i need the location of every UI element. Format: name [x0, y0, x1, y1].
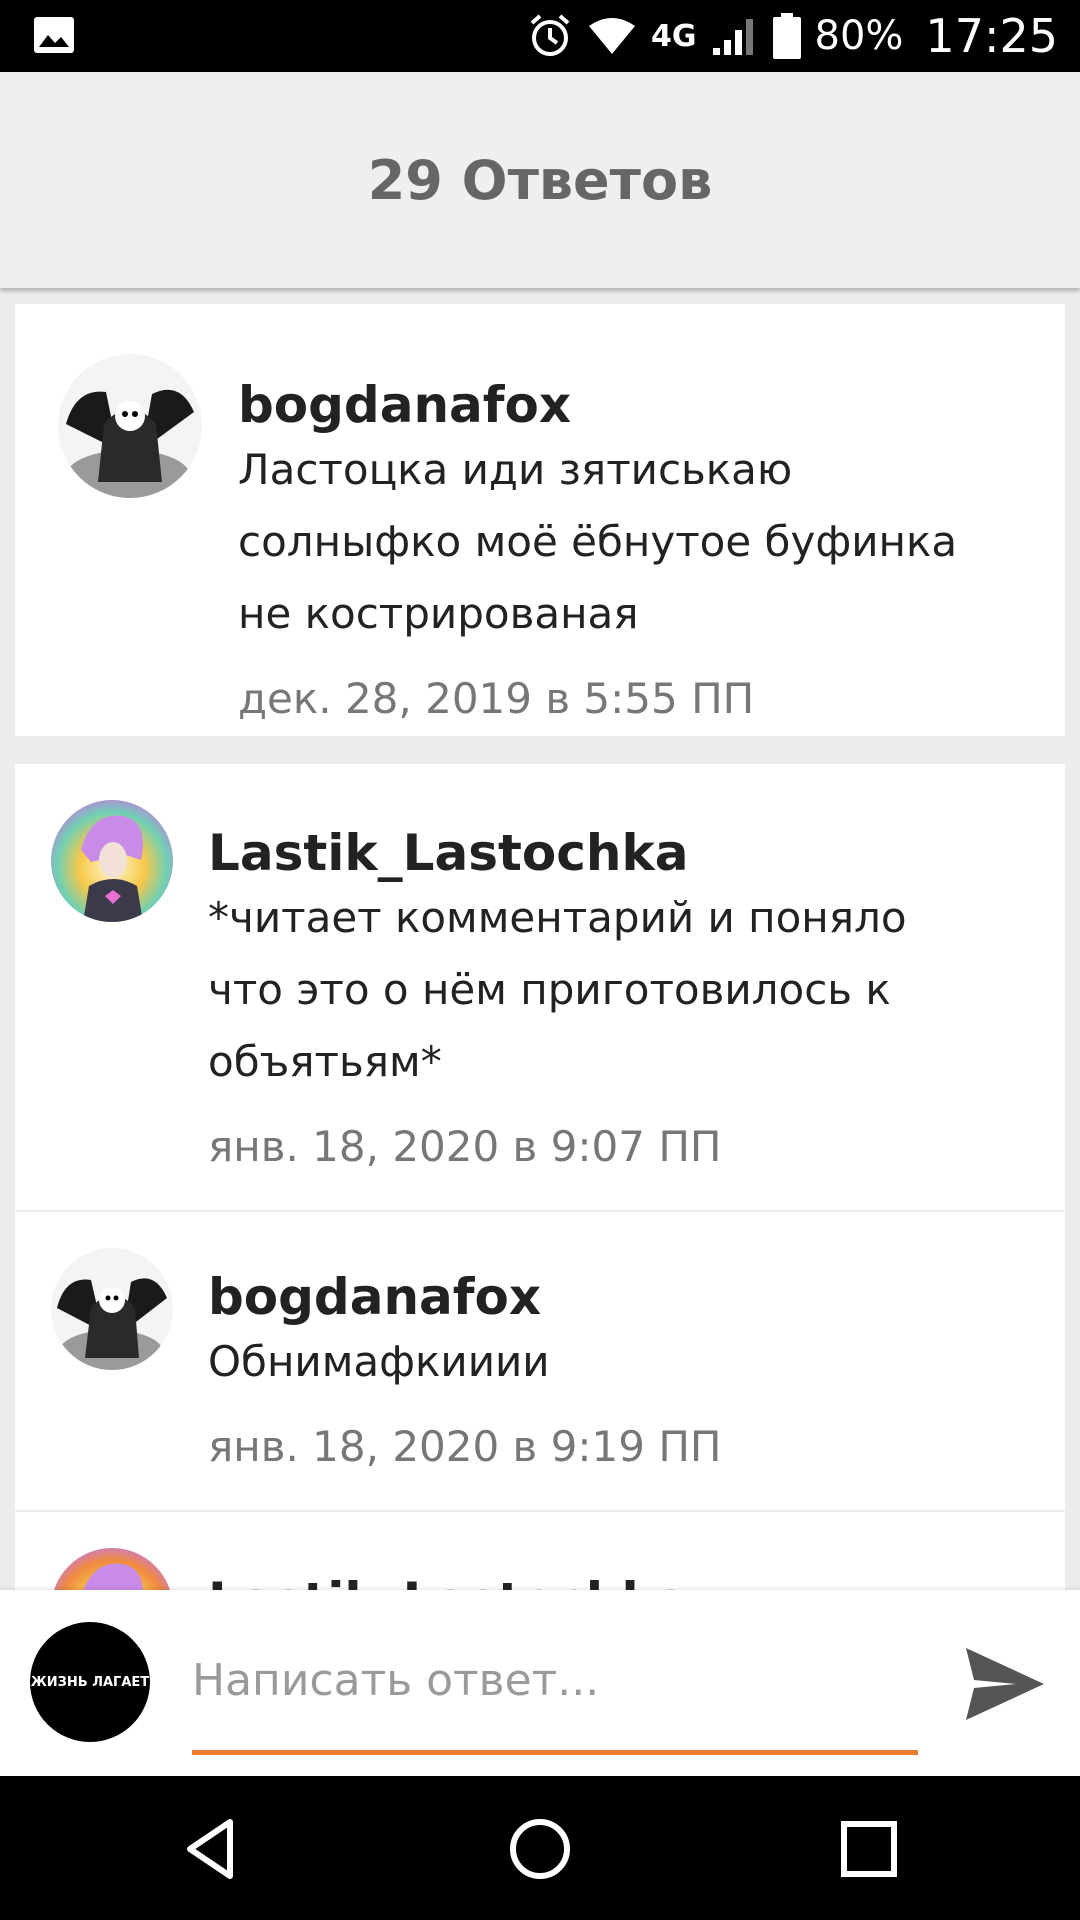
comment-timestamp: янв. 18, 2020 в 9:19 ПП: [208, 1422, 722, 1471]
avatar[interactable]: [51, 1248, 173, 1370]
page-title: 29 Ответов: [367, 148, 713, 212]
comment-line: объятьям*: [208, 1037, 442, 1086]
avatar[interactable]: [51, 800, 173, 922]
comment-username[interactable]: Lastik_Lastochka: [208, 1572, 689, 1590]
battery-icon: [772, 13, 801, 59]
send-icon[interactable]: [960, 1642, 1048, 1726]
parent-comment-card: bogdanafox Ластоцка иди зятиськаю солныф…: [15, 304, 1065, 736]
back-icon[interactable]: [176, 1814, 246, 1884]
avatar[interactable]: [51, 1548, 173, 1590]
comment-text: Обнимафкииии: [208, 1326, 550, 1398]
comment-username[interactable]: bogdanafox: [238, 376, 571, 434]
comment-line: *читает комментарий и поняло: [208, 893, 907, 942]
alarm-icon: [527, 13, 573, 59]
comment-timestamp: дек. 28, 2019 в 5:55 ПП: [238, 674, 755, 723]
wifi-icon: [587, 16, 637, 56]
comment-line: Обнимафкииии: [208, 1337, 550, 1386]
comment-username[interactable]: Lastik_Lastochka: [208, 824, 689, 882]
clock: 17:25: [925, 9, 1058, 63]
reply-bar: ЖИЗНЬ ЛАГАЕТ: [0, 1590, 1080, 1776]
avatar-label: ЖИЗНЬ ЛАГАЕТ: [30, 1674, 150, 1690]
comment-line: что это о нём приготовилось к: [208, 965, 891, 1014]
replies-card: Lastik_Lastochka *читает комментарий и п…: [15, 764, 1065, 1590]
comment-line: солныфко моё ёбнутое буфинка: [238, 517, 958, 566]
replies-list[interactable]: bogdanafox Ластоцка иди зятиськаю солныф…: [0, 288, 1080, 1590]
comment-text: *читает комментарий и поняло что это о н…: [208, 882, 907, 1098]
recents-icon[interactable]: [834, 1814, 904, 1884]
divider: [15, 1510, 1065, 1512]
comment-line: Ластоцка иди зятиськаю: [238, 445, 793, 494]
battery-percent: 80%: [814, 13, 904, 59]
navigation-bar: [0, 1776, 1080, 1920]
status-bar: 4G 80% 17:25: [0, 0, 1080, 72]
replies-header: 29 Ответов: [0, 72, 1080, 288]
my-avatar[interactable]: ЖИЗНЬ ЛАГАЕТ: [30, 1622, 150, 1742]
gallery-icon: [34, 17, 74, 53]
comment-text: Ластоцка иди зятиськаю солныфко моё ёбну…: [238, 434, 957, 650]
input-underline: [192, 1750, 918, 1755]
comment-timestamp: янв. 18, 2020 в 9:07 ПП: [208, 1122, 722, 1171]
home-icon[interactable]: [505, 1814, 575, 1884]
reply-input[interactable]: [192, 1630, 918, 1730]
avatar[interactable]: [58, 354, 202, 498]
divider: [15, 1210, 1065, 1212]
network-type: 4G: [651, 18, 697, 54]
signal-icon: [711, 16, 759, 56]
comment-line: не кострированая: [238, 589, 639, 638]
comment-username[interactable]: bogdanafox: [208, 1268, 541, 1326]
